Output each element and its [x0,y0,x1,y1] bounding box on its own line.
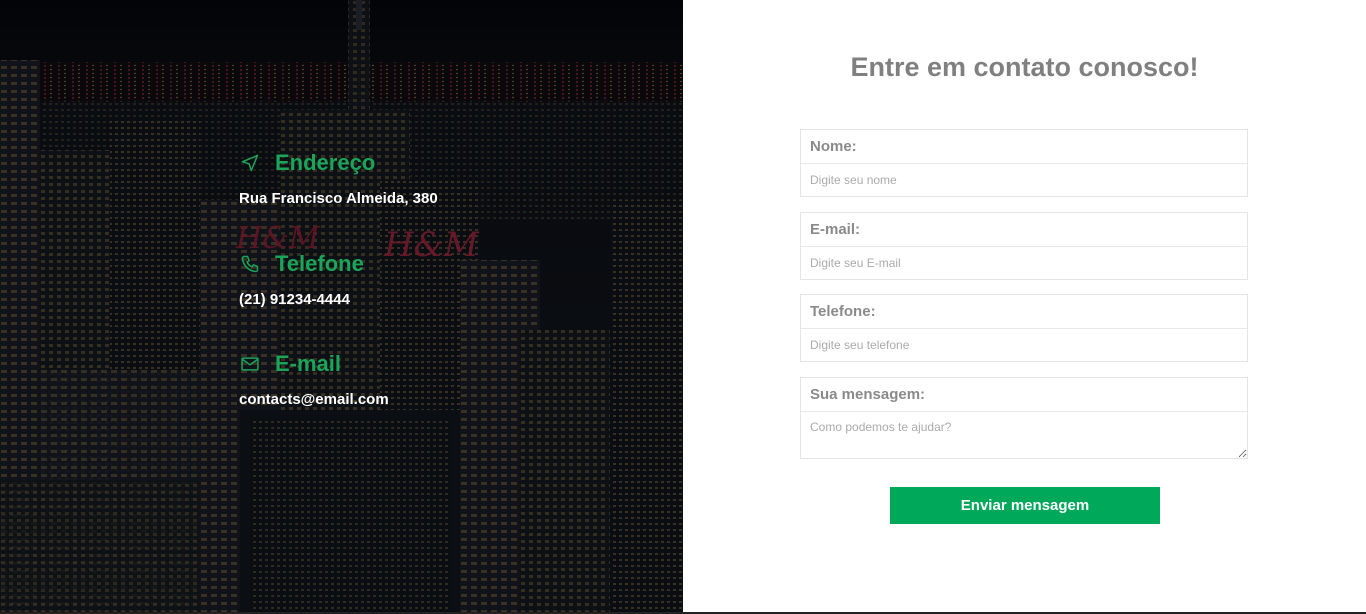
email-field: E-mail: [800,212,1248,280]
contact-form-panel: Entre em contato conosco! Nome: E-mail: … [683,0,1366,612]
name-field: Nome: [800,129,1248,197]
phone-text: (21) 91234-4444 [239,291,350,308]
contact-info-panel: H&M H&M Endereço Rua Francisco Almeida, … [0,0,683,612]
address-text: Rua Francisco Almeida, 380 [239,190,438,207]
phone-block: Telefone (21) 91234-4444 [239,251,364,308]
email-input[interactable] [801,247,1247,279]
email-title: E-mail [275,351,342,376]
message-label: Sua mensagem: [801,378,1247,412]
phone-label: Telefone: [801,295,1247,329]
name-input[interactable] [801,164,1247,196]
phone-title: Telefone [275,251,364,276]
email-block: E-mail contacts@email.com [239,351,389,408]
phone-icon [239,253,261,275]
send-message-button[interactable]: Enviar mensagem [890,487,1160,524]
email-label: E-mail: [801,213,1247,247]
address-title: Endereço [275,150,376,175]
email-text: contacts@email.com [239,391,389,408]
envelope-icon [239,353,261,375]
phone-field: Telefone: [800,294,1248,362]
address-block: Endereço Rua Francisco Almeida, 380 [239,150,438,207]
message-textarea[interactable] [801,412,1247,458]
contact-page: H&M H&M Endereço Rua Francisco Almeida, … [0,0,1366,614]
phone-input[interactable] [801,329,1247,361]
message-field: Sua mensagem: [800,377,1248,459]
name-label: Nome: [801,130,1247,164]
form-title: Entre em contato conosco! [850,52,1199,82]
navigation-arrow-icon [239,152,261,174]
